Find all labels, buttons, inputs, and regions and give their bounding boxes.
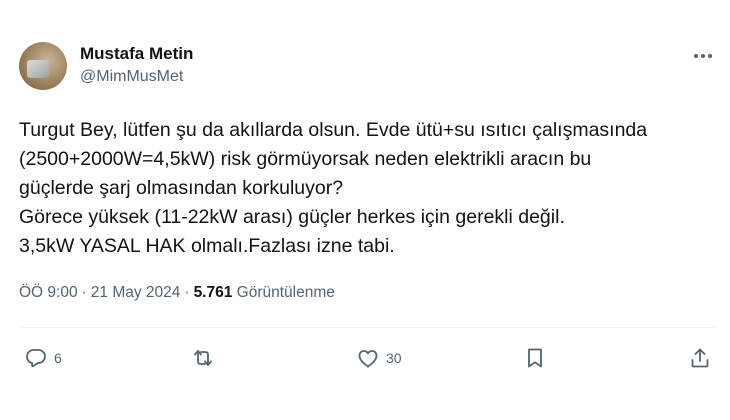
- views-count: 5.761: [193, 284, 233, 301]
- tweet-card: Mustafa Metin @MimMusMet Turgut Bey, lüt…: [0, 0, 730, 420]
- tweet-text-line: Turgut Bey, lütfen şu da akıllarda olsun…: [19, 119, 648, 141]
- reply-icon: [26, 349, 46, 368]
- reply-button[interactable]: 6: [24, 346, 62, 370]
- meta-separator: ·: [81, 284, 87, 301]
- like-button[interactable]: 30: [356, 346, 402, 370]
- reply-count: 6: [54, 350, 62, 366]
- tweet-meta: ÖÖ 9:00 · 21 May 2024 · 5.761 Görüntülenme: [19, 284, 335, 302]
- repost-button[interactable]: [190, 346, 216, 370]
- divider: [19, 327, 715, 328]
- more-icon[interactable]: [690, 46, 716, 66]
- meta-separator: ·: [184, 284, 190, 301]
- share-button[interactable]: [688, 346, 712, 370]
- repost-icon: [194, 350, 212, 366]
- like-count: 30: [386, 350, 402, 366]
- avatar[interactable]: [19, 42, 67, 90]
- tweet-text-line: güçlerde şarj olmasından korkuluyor?: [19, 177, 344, 199]
- tweet-text-line: (2500+2000W=4,5kW) risk görmüyorsak nede…: [19, 148, 592, 170]
- bookmark-button[interactable]: [523, 346, 547, 370]
- tweet-text-line: Görece yüksek (11-22kW arası) güçler her…: [19, 206, 565, 228]
- tweet-text-line: 3,5kW YASAL HAK olmalı.Fazlası izne tabi…: [19, 235, 395, 257]
- views-label: Görüntülenme: [236, 284, 335, 301]
- tweet-date[interactable]: 21 May 2024: [91, 284, 181, 301]
- tweet-time[interactable]: ÖÖ 9:00: [19, 284, 78, 301]
- author-display-name[interactable]: Mustafa Metin: [80, 44, 193, 64]
- tweet-text: Turgut Bey, lütfen şu da akıllarda olsun…: [19, 116, 719, 261]
- bookmark-icon: [528, 348, 542, 368]
- share-icon: [691, 348, 709, 368]
- author-handle[interactable]: @MimMusMet: [80, 68, 183, 86]
- avatar-image: [27, 60, 49, 78]
- like-icon: [358, 350, 378, 368]
